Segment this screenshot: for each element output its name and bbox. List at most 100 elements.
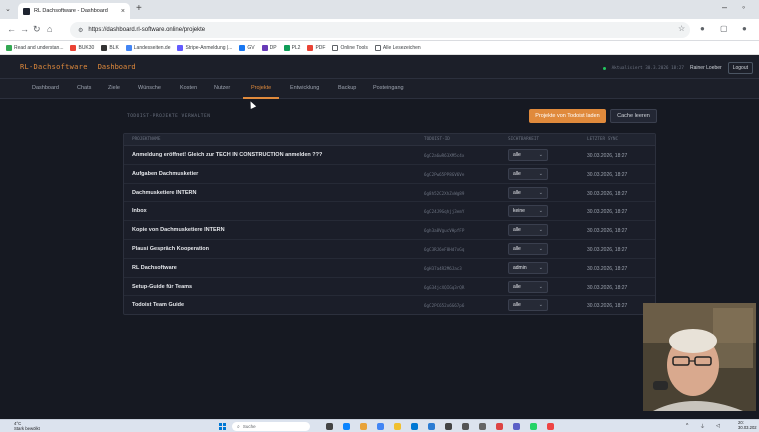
table-row: Dachmusketiere INTERN 6g8h52C2XhZvWg89 all…: [124, 184, 655, 203]
url-input[interactable]: ⚙ https://dashboard.rl-software.online/p…: [70, 22, 690, 38]
visibility-value: alle: [513, 152, 521, 158]
visibility-select[interactable]: admin ⌄: [508, 261, 548, 274]
project-name: Anmeldung eröffnet! Gleich zur TECH IN C…: [132, 152, 323, 158]
nav-ziele[interactable]: Ziele: [108, 85, 120, 91]
visibility-select[interactable]: alle ⌄: [508, 149, 548, 161]
home-icon[interactable]: ⌂: [47, 24, 52, 34]
visibility-value: alle: [513, 246, 521, 252]
clear-cache-button[interactable]: Cache leeren: [610, 109, 657, 123]
app-icon[interactable]: [462, 423, 469, 430]
taskbar-search-input[interactable]: ⌕ Suche: [232, 422, 310, 431]
table-row: Anmeldung eröffnet! Gleich zur TECH IN C…: [124, 146, 655, 165]
nav-backup[interactable]: Backup: [338, 85, 356, 91]
app-icon[interactable]: [360, 423, 367, 430]
col-header-visibility[interactable]: SICHTBARKEIT: [508, 137, 539, 142]
nav-projekte[interactable]: Projekte: [251, 85, 271, 91]
folder-icon: [374, 44, 381, 51]
teams-icon[interactable]: [513, 423, 520, 430]
col-header-name[interactable]: PROJEKTNAME: [132, 137, 160, 142]
bookmark-item[interactable]: Stripe-Anmeldung |...: [177, 44, 232, 51]
page-title: Dashboard: [97, 62, 136, 71]
explorer-icon[interactable]: [394, 423, 401, 430]
close-tab-icon[interactable]: ×: [121, 8, 125, 15]
todoist-id: 6g8h52C2XhZvWg89: [424, 190, 465, 196]
app-icon[interactable]: [547, 423, 554, 430]
load-projects-button[interactable]: Projekte von Todoist laden: [529, 109, 606, 123]
app-icon[interactable]: [479, 423, 486, 430]
windows-start-icon[interactable]: [219, 423, 226, 430]
chrome-icon[interactable]: [377, 423, 384, 430]
location-icon: [125, 44, 132, 51]
bookmark-item[interactable]: PDF: [307, 44, 325, 51]
reload-icon[interactable]: ↻: [33, 24, 41, 35]
nav-entwicklung[interactable]: Entwicklung: [290, 85, 319, 91]
brand-logo[interactable]: RL-Dachsoftware: [20, 63, 88, 71]
visibility-select[interactable]: keine ⌄: [508, 205, 548, 218]
outlook-icon[interactable]: [428, 423, 435, 430]
forward-icon[interactable]: →: [20, 24, 29, 34]
visibility-select[interactable]: alle ⌄: [508, 167, 548, 180]
bookmark-item[interactable]: PL2: [283, 44, 300, 51]
visibility-value: alle: [513, 227, 521, 234]
new-tab-icon[interactable]: +: [136, 3, 142, 14]
taskview-icon[interactable]: [326, 423, 333, 430]
webcam-overlay: [643, 303, 756, 411]
whatsapp-icon[interactable]: [530, 423, 537, 430]
visibility-select[interactable]: alle ⌄: [508, 299, 548, 312]
table-row: RL Dachsoftware 6gH37a4R2M6Jac3 admin ⌄ 30.0…: [124, 259, 655, 278]
last-sync: 30.03.2026, 18:27: [587, 303, 628, 310]
bookmark-item[interactable]: DP: [261, 44, 277, 51]
logout-button[interactable]: Logout: [727, 62, 753, 74]
volume-icon[interactable]: ◁: [716, 423, 720, 429]
bookmark-item[interactable]: BUK30: [70, 44, 94, 51]
bookmark-folder-all[interactable]: Alle Lesezeichen: [374, 44, 421, 51]
bookmark-item[interactable]: Read and understan...: [6, 44, 63, 51]
extension-icon[interactable]: ●: [700, 24, 705, 33]
star-icon[interactable]: ☆: [678, 24, 685, 33]
minimize-icon[interactable]: –: [722, 2, 727, 12]
col-header-id[interactable]: TODOIST-ID: [424, 137, 450, 142]
nav-dashboard[interactable]: Dashboard: [32, 85, 59, 91]
bookmark-item[interactable]: GV: [239, 44, 255, 51]
back-icon[interactable]: ←: [7, 24, 16, 34]
tab-title: RL Dachsoftware - Dashboard: [34, 8, 108, 14]
os-taskbar: 4°C Stark bewölkt ⌕ Suche ^ ⏚ ◁ 20: 30.0…: [0, 419, 759, 432]
browser-tab-active[interactable]: RL Dachsoftware - Dashboard ×: [18, 3, 130, 19]
col-header-sync[interactable]: LETZTER SYNC: [587, 137, 618, 142]
table-row: Inbox 6gC24J9Gqhjj3emY keine ⌄ 30.03.2026, 1…: [124, 202, 655, 222]
profile-avatar[interactable]: ●: [742, 24, 747, 33]
bookmark-icon: [70, 44, 77, 51]
bookmark-item[interactable]: BLK: [101, 44, 119, 51]
visibility-select[interactable]: alle ⌄: [508, 224, 548, 237]
clock[interactable]: 20: 30.03.202: [738, 420, 757, 430]
chevron-down-icon: ⌄: [538, 189, 543, 196]
search-icon: ⌕: [237, 423, 240, 430]
project-name: Todoist Team Guide: [132, 302, 185, 309]
visibility-select[interactable]: alle ⌄: [508, 280, 548, 293]
bookmark-icon: [6, 44, 12, 51]
sidepanel-icon[interactable]: ▢: [720, 24, 728, 33]
tray-chevron-icon[interactable]: ^: [686, 423, 688, 429]
bookmark-item[interactable]: Landesseiten.de: [125, 44, 170, 51]
last-sync: 30.03.2026, 18:27: [587, 209, 628, 216]
visibility-select[interactable]: alle ⌄: [508, 186, 548, 199]
bookmark-folder[interactable]: Online Tools: [332, 44, 368, 51]
app-icon[interactable]: [411, 423, 418, 430]
last-sync: 30.03.2026, 18:27: [587, 284, 628, 291]
tab-list-icon[interactable]: ⌄: [5, 5, 11, 13]
search-placeholder: Suche: [242, 424, 256, 429]
edge-icon[interactable]: [343, 423, 350, 430]
nav-nutzer[interactable]: Nutzer: [214, 85, 230, 91]
nav-posteingang[interactable]: Posteingang: [373, 85, 404, 91]
visibility-select[interactable]: alle ⌄: [508, 243, 548, 255]
network-icon[interactable]: ⏚: [700, 423, 705, 430]
restore-icon[interactable]: ◦: [742, 2, 745, 12]
weather-widget[interactable]: 4°C Stark bewölkt: [14, 421, 40, 431]
nav-kosten[interactable]: Kosten: [180, 85, 197, 91]
site-info-icon[interactable]: ⚙: [78, 27, 83, 34]
app-icon[interactable]: [445, 423, 452, 430]
app-icon[interactable]: [496, 423, 503, 430]
nav-wuensche[interactable]: Wünsche: [138, 85, 161, 91]
project-name: Kopie von Dachmusketiere INTERN: [132, 227, 225, 234]
nav-chats[interactable]: Chats: [77, 85, 91, 91]
